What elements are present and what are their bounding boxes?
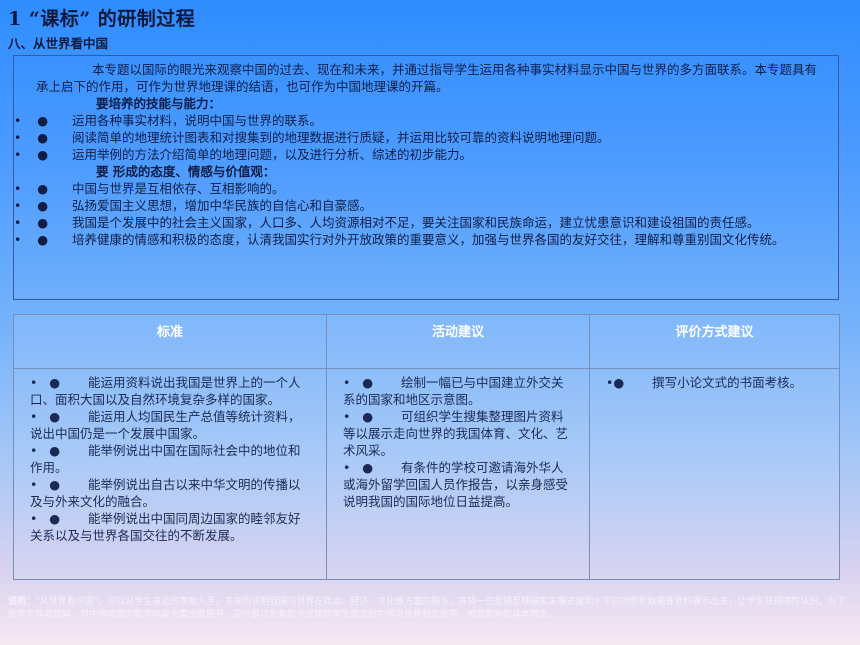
standards-cell: • ● 能运用资料说出我国是世界上的一个人口、面积大国以及自然环境复杂多样的国家… [13,368,327,580]
section-subtitle: 八、从世界看中国 [8,36,109,51]
skill-item-text: 运用举例的方法介绍简单的地理问题，以及进行分析、综述的初步能力。 [72,147,473,162]
bullet-icon: •● [606,375,653,390]
bullet-icon: • ● [30,375,89,390]
activity-item: • ● 可组织学生搜集整理图片资料等以展示走向世界的我国体育、文化、艺术风采。 [343,408,571,459]
bullet-icon: • ● [30,477,89,492]
header-evaluation: 评价方式建议 [589,314,840,369]
activity-item: • ● 有条件的学校可邀请海外华人或海外留学回国人员作报告，以亲身感受说明我国的… [343,459,571,510]
bullet-icon: • ● [343,409,402,424]
evaluation-cell: •● 撰写小论文式的书面考核。 [589,368,840,580]
standard-item: • ● 能举例说出中国在国际社会中的地位和作用。 [30,442,308,476]
bullet-icon: • ● [14,181,73,196]
footnote: 说明：“从世界看中国”，可以从学生身边的事物入手，关举例说明我国与世界在政治、经… [8,596,853,622]
bullet-icon: • ● [30,443,89,458]
bullet-icon: • ● [14,215,73,230]
attitudes-heading: 要 形成的态度、情感与价值观： [96,164,276,179]
skill-item-text: 运用各种事实材料，说明中国与世界的联系。 [72,113,323,128]
footnote-text: “从世界看中国”，可以从学生身边的事物入手，关举例说明我国与世界在政治、经济、文… [8,597,846,620]
evaluation-item-text: 撰写小论文式的书面考核。 [652,375,803,390]
activity-item: • ● 绘制一幅已与中国建立外交关系的国家和地区示意图。 [343,374,571,408]
bullet-icon: • ● [14,113,73,128]
attitude-item-text: 培养健康的情感和积极的态度，认清我国实行对外开放政策的重要意义，加强与世界各国的… [72,232,785,247]
attitude-item: • ● 弘扬爱国主义思想，增加中华民族的自信心和自豪感。 [14,197,828,214]
skills-list: • ● 运用各种事实材料，说明中国与世界的联系。 • ● 阅读简单的地理统计图表和… [14,112,828,163]
header-activities: 活动建议 [326,314,590,369]
attitudes-list: • ● 中国与世界是互相依存、互相影响的。 • ● 弘扬爱国主义思想，增加中华民族… [14,180,828,248]
skill-item: • ● 阅读简单的地理统计图表和对搜集到的地理数据进行质疑，并运用比较可靠的资料… [14,129,828,146]
skill-item-text: 阅读简单的地理统计图表和对搜集到的地理数据进行质疑，并运用比较可靠的资料说明地理… [72,130,610,145]
attitude-item: • ● 培养健康的情感和积极的态度，认清我国实行对外开放政策的重要意义，加强与世… [14,231,828,248]
bullet-icon: • ● [30,409,89,424]
attitude-item: • ● 中国与世界是互相依存、互相影响的。 [14,180,828,197]
attitude-item-text: 中国与世界是互相依存、互相影响的。 [72,181,285,196]
header-standards: 标准 [13,314,327,369]
table-row: • ● 能运用资料说出我国是世界上的一个人口、面积大国以及自然环境复杂多样的国家… [13,368,840,580]
skills-heading: 要培养的技能与能力： [96,96,222,111]
table-header-row: 标准 活动建议 评价方式建议 [13,314,840,369]
intro-box: 本专题以国际的眼光来观察中国的过去、现在和未来，并通过指导学生运用各种事实材料显… [13,55,839,300]
standard-item: • ● 能运用人均国民生产总值等统计资料，说出中国仍是一个发展中国家。 [30,408,308,442]
standards-table: 标准 活动建议 评价方式建议 • ● 能运用资料说出我国是世界上的一个人口、面积… [13,314,840,580]
evaluation-item: •● 撰写小论文式的书面考核。 [606,374,821,391]
standard-item: • ● 能运用资料说出我国是世界上的一个人口、面积大国以及自然环境复杂多样的国家… [30,374,308,408]
standard-item: • ● 能举例说出中国同周边国家的睦邻友好关系以及与世界各国交往的不断发展。 [30,510,308,544]
skill-item: • ● 运用举例的方法介绍简单的地理问题，以及进行分析、综述的初步能力。 [14,146,828,163]
bullet-icon: • ● [343,375,402,390]
intro-paragraph: 本专题以国际的眼光来观察中国的过去、现在和未来，并通过指导学生运用各种事实材料显… [36,62,818,94]
bullet-icon: • ● [14,232,73,247]
bullet-icon: • ● [14,130,73,145]
skill-item: • ● 运用各种事实材料，说明中国与世界的联系。 [14,112,828,129]
bullet-icon: • ● [343,460,402,475]
attitude-item-text: 我国是个发展中的社会主义国家，人口多、人均资源相对不足，要关注国家和民族命运，建… [72,215,760,230]
page-title: 1 “课标” 的研制过程 [8,8,196,30]
attitude-item: • ● 我国是个发展中的社会主义国家，人口多、人均资源相对不足，要关注国家和民族… [14,214,828,231]
bullet-icon: • ● [14,147,73,162]
footnote-label: 说明： [8,597,36,607]
bullet-icon: • ● [14,198,73,213]
attitude-item-text: 弘扬爱国主义思想，增加中华民族的自信心和自豪感。 [72,198,373,213]
activities-cell: • ● 绘制一幅已与中国建立外交关系的国家和地区示意图。 • ● 可组织学生搜集整… [326,368,590,580]
standard-item: • ● 能举例说出自古以来中华文明的传播以及与外来文化的融合。 [30,476,308,510]
bullet-icon: • ● [30,511,89,526]
